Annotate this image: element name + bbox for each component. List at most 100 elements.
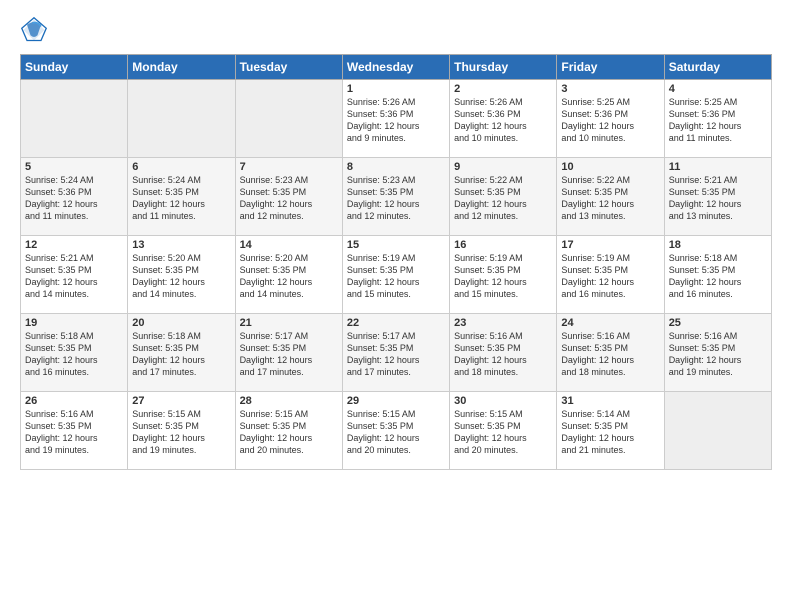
calendar-cell: 31Sunrise: 5:14 AM Sunset: 5:35 PM Dayli… bbox=[557, 392, 664, 470]
calendar-cell: 27Sunrise: 5:15 AM Sunset: 5:35 PM Dayli… bbox=[128, 392, 235, 470]
calendar-cell: 10Sunrise: 5:22 AM Sunset: 5:35 PM Dayli… bbox=[557, 158, 664, 236]
day-info: Sunrise: 5:14 AM Sunset: 5:35 PM Dayligh… bbox=[561, 408, 659, 457]
calendar-cell: 19Sunrise: 5:18 AM Sunset: 5:35 PM Dayli… bbox=[21, 314, 128, 392]
calendar-cell: 30Sunrise: 5:15 AM Sunset: 5:35 PM Dayli… bbox=[450, 392, 557, 470]
day-info: Sunrise: 5:23 AM Sunset: 5:35 PM Dayligh… bbox=[240, 174, 338, 223]
day-info: Sunrise: 5:19 AM Sunset: 5:35 PM Dayligh… bbox=[347, 252, 445, 301]
calendar-cell: 25Sunrise: 5:16 AM Sunset: 5:35 PM Dayli… bbox=[664, 314, 771, 392]
day-info: Sunrise: 5:16 AM Sunset: 5:35 PM Dayligh… bbox=[669, 330, 767, 379]
calendar-cell: 15Sunrise: 5:19 AM Sunset: 5:35 PM Dayli… bbox=[342, 236, 449, 314]
calendar-cell: 9Sunrise: 5:22 AM Sunset: 5:35 PM Daylig… bbox=[450, 158, 557, 236]
day-info: Sunrise: 5:16 AM Sunset: 5:35 PM Dayligh… bbox=[454, 330, 552, 379]
calendar-cell: 3Sunrise: 5:25 AM Sunset: 5:36 PM Daylig… bbox=[557, 80, 664, 158]
calendar-cell: 11Sunrise: 5:21 AM Sunset: 5:35 PM Dayli… bbox=[664, 158, 771, 236]
calendar-cell: 24Sunrise: 5:16 AM Sunset: 5:35 PM Dayli… bbox=[557, 314, 664, 392]
weekday-row: SundayMondayTuesdayWednesdayThursdayFrid… bbox=[21, 55, 772, 80]
weekday-header-friday: Friday bbox=[557, 55, 664, 80]
day-number: 25 bbox=[669, 317, 767, 329]
day-info: Sunrise: 5:23 AM Sunset: 5:35 PM Dayligh… bbox=[347, 174, 445, 223]
day-info: Sunrise: 5:26 AM Sunset: 5:36 PM Dayligh… bbox=[454, 96, 552, 145]
calendar-cell: 17Sunrise: 5:19 AM Sunset: 5:35 PM Dayli… bbox=[557, 236, 664, 314]
calendar-week-4: 19Sunrise: 5:18 AM Sunset: 5:35 PM Dayli… bbox=[21, 314, 772, 392]
day-info: Sunrise: 5:24 AM Sunset: 5:36 PM Dayligh… bbox=[25, 174, 123, 223]
calendar-cell: 26Sunrise: 5:16 AM Sunset: 5:35 PM Dayli… bbox=[21, 392, 128, 470]
day-info: Sunrise: 5:15 AM Sunset: 5:35 PM Dayligh… bbox=[132, 408, 230, 457]
day-info: Sunrise: 5:25 AM Sunset: 5:36 PM Dayligh… bbox=[561, 96, 659, 145]
day-number: 18 bbox=[669, 239, 767, 251]
day-info: Sunrise: 5:18 AM Sunset: 5:35 PM Dayligh… bbox=[25, 330, 123, 379]
weekday-header-tuesday: Tuesday bbox=[235, 55, 342, 80]
day-number: 23 bbox=[454, 317, 552, 329]
calendar-cell: 16Sunrise: 5:19 AM Sunset: 5:35 PM Dayli… bbox=[450, 236, 557, 314]
day-number: 10 bbox=[561, 161, 659, 173]
day-info: Sunrise: 5:20 AM Sunset: 5:35 PM Dayligh… bbox=[240, 252, 338, 301]
day-info: Sunrise: 5:17 AM Sunset: 5:35 PM Dayligh… bbox=[240, 330, 338, 379]
day-info: Sunrise: 5:25 AM Sunset: 5:36 PM Dayligh… bbox=[669, 96, 767, 145]
calendar-cell bbox=[664, 392, 771, 470]
calendar-cell: 20Sunrise: 5:18 AM Sunset: 5:35 PM Dayli… bbox=[128, 314, 235, 392]
calendar-cell: 12Sunrise: 5:21 AM Sunset: 5:35 PM Dayli… bbox=[21, 236, 128, 314]
calendar-cell: 21Sunrise: 5:17 AM Sunset: 5:35 PM Dayli… bbox=[235, 314, 342, 392]
page-container: SundayMondayTuesdayWednesdayThursdayFrid… bbox=[0, 0, 792, 612]
day-number: 19 bbox=[25, 317, 123, 329]
weekday-header-wednesday: Wednesday bbox=[342, 55, 449, 80]
day-info: Sunrise: 5:24 AM Sunset: 5:35 PM Dayligh… bbox=[132, 174, 230, 223]
day-number: 16 bbox=[454, 239, 552, 251]
calendar-cell: 2Sunrise: 5:26 AM Sunset: 5:36 PM Daylig… bbox=[450, 80, 557, 158]
day-number: 17 bbox=[561, 239, 659, 251]
day-info: Sunrise: 5:17 AM Sunset: 5:35 PM Dayligh… bbox=[347, 330, 445, 379]
day-info: Sunrise: 5:19 AM Sunset: 5:35 PM Dayligh… bbox=[454, 252, 552, 301]
calendar-cell: 29Sunrise: 5:15 AM Sunset: 5:35 PM Dayli… bbox=[342, 392, 449, 470]
day-number: 26 bbox=[25, 395, 123, 407]
day-number: 30 bbox=[454, 395, 552, 407]
calendar-cell: 13Sunrise: 5:20 AM Sunset: 5:35 PM Dayli… bbox=[128, 236, 235, 314]
calendar-cell: 7Sunrise: 5:23 AM Sunset: 5:35 PM Daylig… bbox=[235, 158, 342, 236]
day-info: Sunrise: 5:22 AM Sunset: 5:35 PM Dayligh… bbox=[561, 174, 659, 223]
day-info: Sunrise: 5:20 AM Sunset: 5:35 PM Dayligh… bbox=[132, 252, 230, 301]
calendar-week-5: 26Sunrise: 5:16 AM Sunset: 5:35 PM Dayli… bbox=[21, 392, 772, 470]
calendar-cell: 22Sunrise: 5:17 AM Sunset: 5:35 PM Dayli… bbox=[342, 314, 449, 392]
calendar-cell: 14Sunrise: 5:20 AM Sunset: 5:35 PM Dayli… bbox=[235, 236, 342, 314]
day-number: 1 bbox=[347, 83, 445, 95]
weekday-header-thursday: Thursday bbox=[450, 55, 557, 80]
day-number: 5 bbox=[25, 161, 123, 173]
day-number: 11 bbox=[669, 161, 767, 173]
calendar-week-1: 1Sunrise: 5:26 AM Sunset: 5:36 PM Daylig… bbox=[21, 80, 772, 158]
day-number: 20 bbox=[132, 317, 230, 329]
weekday-header-sunday: Sunday bbox=[21, 55, 128, 80]
day-info: Sunrise: 5:19 AM Sunset: 5:35 PM Dayligh… bbox=[561, 252, 659, 301]
calendar-table: SundayMondayTuesdayWednesdayThursdayFrid… bbox=[20, 54, 772, 470]
calendar-cell: 1Sunrise: 5:26 AM Sunset: 5:36 PM Daylig… bbox=[342, 80, 449, 158]
calendar-cell: 6Sunrise: 5:24 AM Sunset: 5:35 PM Daylig… bbox=[128, 158, 235, 236]
day-number: 12 bbox=[25, 239, 123, 251]
header bbox=[20, 16, 772, 44]
day-number: 21 bbox=[240, 317, 338, 329]
calendar-cell: 8Sunrise: 5:23 AM Sunset: 5:35 PM Daylig… bbox=[342, 158, 449, 236]
day-number: 7 bbox=[240, 161, 338, 173]
calendar-header: SundayMondayTuesdayWednesdayThursdayFrid… bbox=[21, 55, 772, 80]
day-info: Sunrise: 5:15 AM Sunset: 5:35 PM Dayligh… bbox=[240, 408, 338, 457]
calendar-cell: 18Sunrise: 5:18 AM Sunset: 5:35 PM Dayli… bbox=[664, 236, 771, 314]
day-info: Sunrise: 5:21 AM Sunset: 5:35 PM Dayligh… bbox=[669, 174, 767, 223]
day-number: 24 bbox=[561, 317, 659, 329]
calendar-cell: 5Sunrise: 5:24 AM Sunset: 5:36 PM Daylig… bbox=[21, 158, 128, 236]
logo-icon bbox=[20, 16, 48, 44]
day-info: Sunrise: 5:15 AM Sunset: 5:35 PM Dayligh… bbox=[347, 408, 445, 457]
day-info: Sunrise: 5:21 AM Sunset: 5:35 PM Dayligh… bbox=[25, 252, 123, 301]
day-number: 31 bbox=[561, 395, 659, 407]
day-number: 2 bbox=[454, 83, 552, 95]
calendar-week-3: 12Sunrise: 5:21 AM Sunset: 5:35 PM Dayli… bbox=[21, 236, 772, 314]
day-info: Sunrise: 5:16 AM Sunset: 5:35 PM Dayligh… bbox=[25, 408, 123, 457]
weekday-header-monday: Monday bbox=[128, 55, 235, 80]
day-info: Sunrise: 5:22 AM Sunset: 5:35 PM Dayligh… bbox=[454, 174, 552, 223]
day-info: Sunrise: 5:15 AM Sunset: 5:35 PM Dayligh… bbox=[454, 408, 552, 457]
day-number: 4 bbox=[669, 83, 767, 95]
calendar-week-2: 5Sunrise: 5:24 AM Sunset: 5:36 PM Daylig… bbox=[21, 158, 772, 236]
calendar-cell: 23Sunrise: 5:16 AM Sunset: 5:35 PM Dayli… bbox=[450, 314, 557, 392]
calendar-cell bbox=[235, 80, 342, 158]
day-number: 9 bbox=[454, 161, 552, 173]
day-info: Sunrise: 5:26 AM Sunset: 5:36 PM Dayligh… bbox=[347, 96, 445, 145]
calendar-cell: 28Sunrise: 5:15 AM Sunset: 5:35 PM Dayli… bbox=[235, 392, 342, 470]
day-info: Sunrise: 5:18 AM Sunset: 5:35 PM Dayligh… bbox=[669, 252, 767, 301]
day-info: Sunrise: 5:16 AM Sunset: 5:35 PM Dayligh… bbox=[561, 330, 659, 379]
